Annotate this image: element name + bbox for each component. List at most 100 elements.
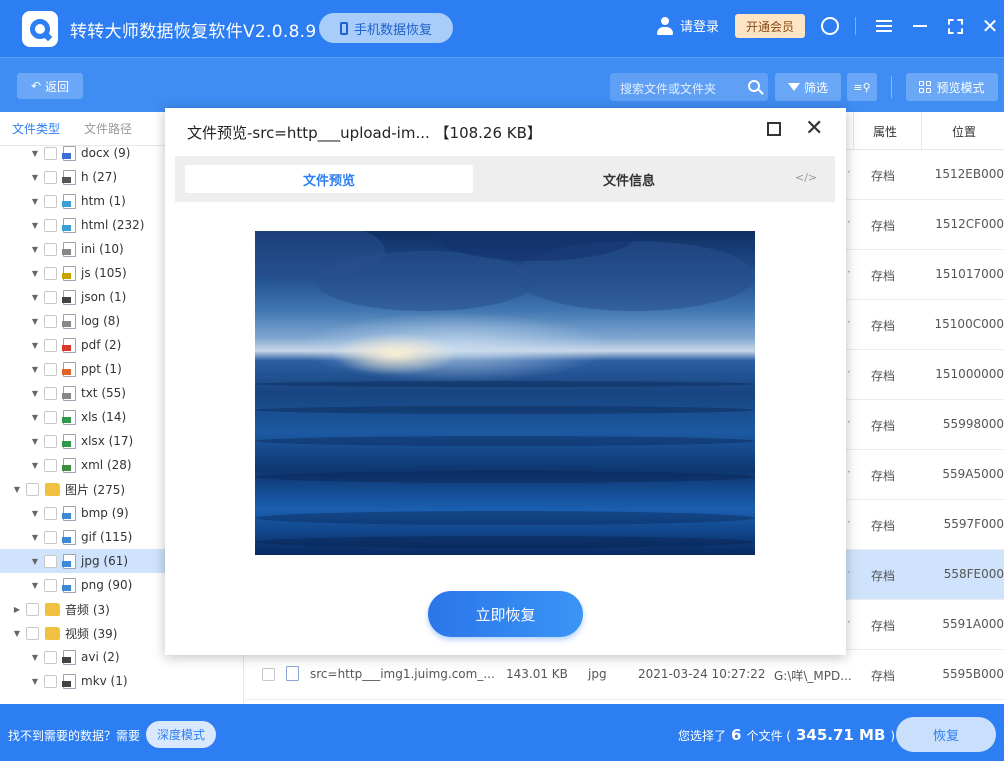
pdf-file-icon [62, 337, 76, 353]
deep-mode-button[interactable]: 深度模式 [146, 721, 216, 748]
support-icon[interactable] [820, 16, 840, 36]
tree-checkbox[interactable] [44, 362, 57, 376]
selected-prefix: 您选择了 [678, 729, 727, 743]
close-icon[interactable]: ✕ [980, 14, 1000, 38]
folder-icon [45, 602, 60, 616]
chevron-down-icon[interactable]: ▼ [30, 581, 40, 590]
tree-checkbox[interactable] [44, 530, 57, 544]
tree-checkbox[interactable] [44, 458, 57, 472]
code-icon[interactable]: </> [795, 171, 817, 184]
tree-checkbox[interactable] [26, 626, 39, 640]
back-button[interactable]: ↶ 返回 [17, 73, 83, 99]
tree-checkbox[interactable] [26, 482, 39, 496]
chevron-down-icon[interactable]: ▼ [30, 245, 40, 254]
tab-file-info[interactable]: 文件信息 [485, 165, 773, 193]
row-position: 55998000 [942, 417, 1004, 431]
tree-item-label: 音频 (3) [65, 602, 110, 617]
row-checkbox[interactable] [262, 668, 275, 681]
chevron-down-icon[interactable]: ▼ [30, 461, 40, 470]
dialog-title: 文件预览-src=http___upload-im... 【108.26 KB】 [187, 124, 542, 142]
selected-size: 345.71 MB [795, 726, 886, 744]
chevron-down-icon[interactable]: ▼ [30, 149, 40, 158]
chevron-down-icon[interactable]: ▼ [30, 653, 40, 662]
chevron-down-icon[interactable]: ▼ [30, 197, 40, 206]
tree-checkbox[interactable] [44, 650, 57, 664]
tree-item-label: pdf (2) [81, 338, 122, 352]
tree-checkbox[interactable] [26, 602, 39, 616]
tree-checkbox[interactable] [44, 554, 57, 568]
row-position: 1512EB000 [934, 167, 1004, 181]
title-bar: 转转大师数据恢复软件V2.0.8.9 手机数据恢复 请登录 开通会员 ✕ [0, 0, 1004, 57]
truncated-cell-marker: · [847, 165, 851, 179]
video-file-icon [62, 673, 76, 689]
img-file-icon [62, 553, 76, 569]
tree-item-label: gif (115) [81, 530, 133, 544]
header-attr[interactable]: 属性 [873, 123, 897, 140]
chevron-down-icon[interactable]: ▼ [30, 173, 40, 182]
maximize-icon[interactable] [945, 16, 965, 36]
tab-file-preview[interactable]: 文件预览 [185, 165, 473, 193]
chevron-down-icon[interactable]: ▼ [30, 413, 40, 422]
tree-checkbox[interactable] [44, 338, 57, 352]
chevron-down-icon[interactable]: ▼ [12, 485, 22, 494]
tree-checkbox[interactable] [44, 410, 57, 424]
tree-checkbox[interactable] [44, 434, 57, 448]
chevron-down-icon[interactable]: ▼ [30, 557, 40, 566]
chevron-down-icon[interactable]: ▼ [30, 269, 40, 278]
doc-file-icon [62, 145, 76, 161]
chevron-right-icon[interactable]: ▶ [12, 605, 22, 614]
search-input[interactable]: 搜索文件或文件夹 [610, 73, 768, 101]
filter-button[interactable]: 筛选 [775, 73, 841, 101]
table-row[interactable]: src=http___img1.juimg.com_... 143.01 KB … [245, 650, 1004, 700]
chevron-down-icon[interactable]: ▼ [30, 293, 40, 302]
tree-checkbox[interactable] [44, 266, 57, 280]
tree-checkbox[interactable] [44, 674, 57, 688]
chevron-down-icon[interactable]: ▼ [30, 509, 40, 518]
back-label: 返回 [45, 79, 70, 94]
tree-checkbox[interactable] [44, 506, 57, 520]
chevron-down-icon[interactable]: ▼ [30, 365, 40, 374]
tree-checkbox[interactable] [44, 290, 57, 304]
chevron-down-icon[interactable]: ▼ [30, 341, 40, 350]
tree-checkbox[interactable] [44, 242, 57, 256]
tree-checkbox[interactable] [44, 146, 57, 160]
row-position: 5591A000 [942, 617, 1004, 631]
phone-recovery-button[interactable]: 手机数据恢复 [319, 13, 453, 43]
row-attr: 存档 [871, 219, 896, 233]
recover-now-button[interactable]: 立即恢复 [428, 591, 583, 637]
row-attr: 存档 [871, 269, 896, 283]
tree-checkbox[interactable] [44, 578, 57, 592]
h-file-icon [62, 169, 76, 185]
dialog-close-icon[interactable]: ✕ [805, 116, 823, 141]
row-attr: 存档 [871, 419, 896, 433]
vip-button[interactable]: 开通会员 [735, 14, 805, 38]
chevron-down-icon[interactable]: ▼ [30, 677, 40, 686]
header-position[interactable]: 位置 [952, 123, 976, 140]
tree-checkbox[interactable] [44, 314, 57, 328]
dialog-maximize-icon[interactable] [767, 122, 781, 136]
chevron-down-icon[interactable]: ▼ [30, 317, 40, 326]
preview-mode-button[interactable]: 预览模式 [906, 73, 998, 101]
tree-checkbox[interactable] [44, 218, 57, 232]
row-position: 558FE000 [943, 567, 1004, 581]
recover-button[interactable]: 恢复 [896, 717, 996, 752]
chevron-down-icon[interactable]: ▼ [30, 389, 40, 398]
chevron-down-icon[interactable]: ▼ [30, 437, 40, 446]
tree-item-label: avi (2) [81, 650, 120, 664]
minimize-icon[interactable] [910, 16, 930, 36]
chevron-down-icon[interactable]: ▼ [12, 629, 22, 638]
tree-checkbox[interactable] [44, 194, 57, 208]
search-icon[interactable] [748, 80, 760, 92]
tree-checkbox[interactable] [44, 170, 57, 184]
search-placeholder: 搜索文件或文件夹 [620, 82, 717, 96]
tree-item-label: 图片 (275) [65, 482, 126, 497]
tree-item-label: h (27) [81, 170, 118, 184]
list-search-button[interactable]: ≡⚲ [847, 73, 877, 101]
ppt-file-icon [62, 361, 76, 377]
tree-checkbox[interactable] [44, 386, 57, 400]
chevron-down-icon[interactable]: ▼ [30, 533, 40, 542]
tree-item[interactable]: ▼ mkv (1) [0, 669, 243, 693]
login-button[interactable]: 请登录 [656, 16, 719, 35]
chevron-down-icon[interactable]: ▼ [30, 221, 40, 230]
menu-icon[interactable] [874, 16, 894, 36]
